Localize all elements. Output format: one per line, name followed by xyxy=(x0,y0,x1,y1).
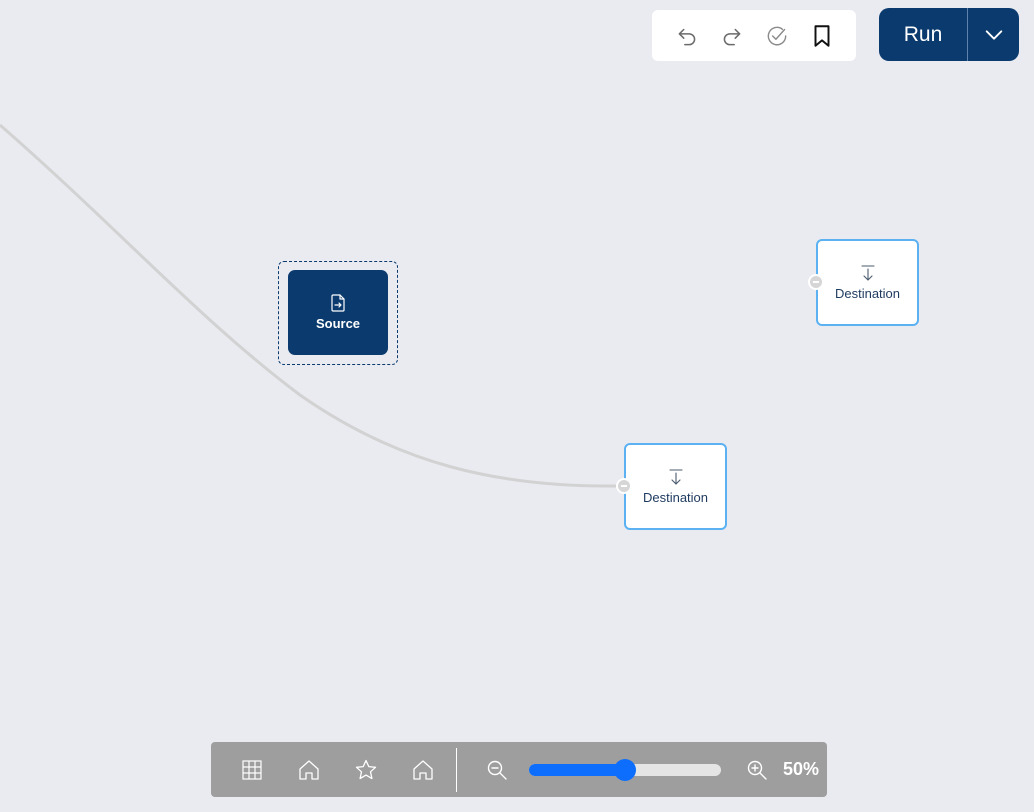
zoom-out-icon xyxy=(487,760,507,780)
workflow-canvas[interactable]: Run Source Destination Destination 50% xyxy=(0,0,1034,812)
home-icon xyxy=(413,759,433,780)
undo-button[interactable] xyxy=(671,20,703,52)
grid-toggle-button[interactable] xyxy=(236,754,268,786)
source-node[interactable]: Source xyxy=(288,270,388,355)
controls-divider xyxy=(456,747,457,792)
grid-icon xyxy=(242,759,262,780)
destination-node-1[interactable]: Destination xyxy=(816,239,919,326)
file-import-icon xyxy=(331,294,345,312)
validate-icon xyxy=(767,26,786,45)
chevron-down-icon xyxy=(985,29,1002,40)
favorite-button[interactable] xyxy=(350,754,382,786)
zoom-slider-fill xyxy=(529,763,625,776)
home-button-2[interactable] xyxy=(407,754,439,786)
run-dropdown-button[interactable] xyxy=(968,8,1019,61)
undo-icon xyxy=(678,28,695,45)
bookmark-icon xyxy=(814,24,829,47)
home-button[interactable] xyxy=(293,754,325,786)
bookmark-button[interactable] xyxy=(806,20,838,52)
redo-icon xyxy=(723,28,740,45)
source-node-label: Source xyxy=(315,316,361,331)
destination-node-label: Destination xyxy=(642,490,709,505)
run-button-group: Run xyxy=(879,8,1019,61)
input-handle[interactable] xyxy=(808,274,824,290)
home-icon xyxy=(299,759,319,780)
download-arrow-icon xyxy=(668,469,683,485)
zoom-in-button[interactable] xyxy=(741,754,773,786)
edge-layer xyxy=(0,123,617,488)
zoom-slider[interactable] xyxy=(529,758,721,781)
validate-button[interactable] xyxy=(761,20,793,52)
run-button[interactable]: Run xyxy=(879,8,967,61)
zoom-slider-thumb[interactable] xyxy=(614,758,636,781)
star-icon xyxy=(355,759,377,779)
destination-node-2[interactable]: Destination xyxy=(624,443,727,530)
zoom-in-icon xyxy=(747,760,767,780)
zoom-out-button[interactable] xyxy=(481,754,513,786)
redo-button[interactable] xyxy=(716,20,748,52)
zoom-level-label: 50% xyxy=(783,759,820,779)
canvas-controls-bar: 50% xyxy=(211,742,827,797)
top-toolbar xyxy=(652,10,856,61)
download-arrow-icon xyxy=(860,265,875,281)
destination-node-label: Destination xyxy=(834,286,901,301)
input-handle[interactable] xyxy=(616,478,632,494)
